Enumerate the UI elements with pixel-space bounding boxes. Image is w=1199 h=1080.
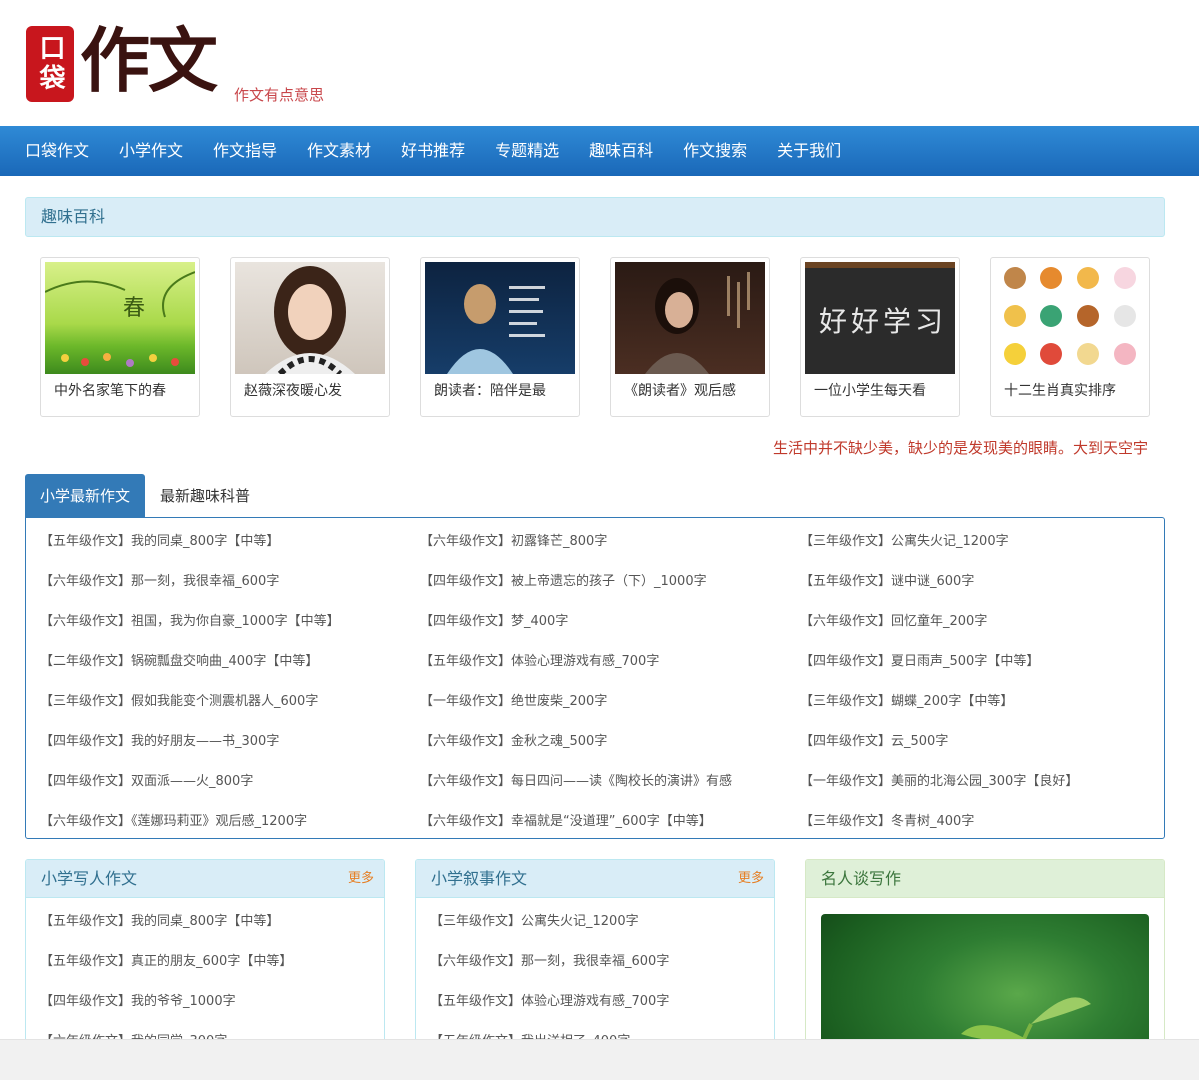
thumb-card[interactable]: 好好学习 一位小学生每天看 bbox=[800, 257, 960, 417]
nav-item-search[interactable]: 作文搜索 bbox=[668, 126, 762, 176]
woman-portrait-art bbox=[265, 266, 355, 374]
essay-link[interactable]: 【四年级作文】我的爷爷_1000字 bbox=[40, 990, 236, 1009]
woman-praying-art bbox=[645, 272, 750, 374]
nav-item-guide[interactable]: 作文指导 bbox=[198, 126, 292, 176]
tab-content: 【五年级作文】我的同桌_800字【中等】 【六年级作文】初露锋芒_800字【三年级… bbox=[25, 517, 1165, 839]
essay-link[interactable]: 【六年级作文】那一刻，我很幸福_600字 bbox=[430, 950, 669, 969]
zodiac-animals-art bbox=[1004, 267, 1136, 365]
thumb-caption: 《朗读者》观后感 bbox=[624, 383, 736, 399]
panel-title: 名人谈写作 bbox=[806, 860, 1164, 898]
speaker-stage-image bbox=[425, 262, 575, 374]
essay-link[interactable]: 【四年级作文】双面派——火_800字 bbox=[40, 770, 410, 789]
article-tabs: 小学最新作文 最新趣味科普 bbox=[25, 474, 265, 518]
essay-link[interactable]: 【三年级作文】冬青树_400字 bbox=[800, 810, 1170, 829]
speaker-stage-art bbox=[447, 284, 545, 374]
woman-praying-image bbox=[615, 262, 765, 374]
essay-link[interactable]: 【五年级作文】我的同桌_800字【中等】 bbox=[40, 530, 410, 549]
logo-seal: 口袋 bbox=[26, 26, 74, 102]
essay-link[interactable]: 【二年级作文】锅碗瓢盘交响曲_400字【中等】 bbox=[40, 650, 410, 669]
essay-link[interactable]: 【六年级作文】祖国，我为你自豪_1000字【中等】 bbox=[40, 610, 410, 629]
zodiac-animals-image bbox=[995, 262, 1145, 374]
more-link[interactable]: 更多 bbox=[738, 860, 764, 898]
thumb-caption: 中外名家笔下的春 bbox=[54, 383, 166, 399]
essay-link[interactable]: 【六年级作文】幸福就是“没道理”_600字【中等】 bbox=[420, 810, 790, 829]
panel-title: 小学写人作文 更多 bbox=[26, 860, 384, 898]
essay-link[interactable]: 【三年级作文】公寓失火记_1200字 bbox=[430, 910, 639, 929]
chalkboard-image: 好好学习 bbox=[805, 262, 955, 374]
section-title: 趣味百科 bbox=[25, 197, 1165, 237]
scrolling-quote: 生活中并不缺少美，缺少的是发现美的眼睛。大到天空宇 bbox=[0, 437, 1199, 459]
logo-seal-text: 口袋 bbox=[35, 34, 65, 94]
essay-link[interactable]: 【三年级作文】假如我能变个测震机器人_600字 bbox=[40, 690, 410, 709]
essay-link[interactable]: 【四年级作文】云_500字 bbox=[800, 730, 1170, 749]
essay-link[interactable]: 【一年级作文】美丽的北海公园_300字【良好】 bbox=[800, 770, 1170, 789]
nav-item-primary[interactable]: 小学作文 bbox=[104, 126, 198, 176]
nav-item-about[interactable]: 关于我们 bbox=[762, 126, 856, 176]
essay-link[interactable]: 【五年级作文】体验心理游戏有感_700字 bbox=[430, 990, 669, 1009]
essay-link[interactable]: 【五年级作文】谜中谜_600字 bbox=[800, 570, 1170, 589]
panel-title-text: 名人谈写作 bbox=[821, 869, 902, 888]
chalkboard-text: 好好学习 bbox=[819, 305, 948, 338]
main-nav: 口袋作文 小学作文 作文指导 作文素材 好书推荐 专题精选 趣味百科 作文搜索 … bbox=[0, 126, 1199, 176]
essay-link[interactable]: 【五年级作文】体验心理游戏有感_700字 bbox=[420, 650, 790, 669]
logo-slogan: 作文有点意思 bbox=[234, 86, 325, 104]
more-link[interactable]: 更多 bbox=[348, 860, 374, 898]
thumb-card[interactable]: 赵薇深夜暖心发 bbox=[230, 257, 390, 417]
thumb-caption: 赵薇深夜暖心发 bbox=[244, 383, 342, 399]
essay-link[interactable]: 【三年级作文】蝴蝶_200字【中等】 bbox=[800, 690, 1170, 709]
essay-link[interactable]: 【六年级作文】每日四问——读《陶校长的演讲》有感 bbox=[420, 770, 790, 789]
panel-title-text: 小学写人作文 bbox=[41, 869, 138, 888]
thumb-card[interactable]: 朗读者：陪伴是最 bbox=[420, 257, 580, 417]
woman-portrait-image bbox=[235, 262, 385, 374]
thumb-caption: 十二生肖真实排序 bbox=[1004, 383, 1116, 399]
thumbnail-strip: 春 中外名家笔下的春 赵薇深夜暖心发 朗读者：陪伴是最 《朗读者》观后感 好好学… bbox=[40, 257, 1160, 417]
essay-link[interactable]: 【四年级作文】夏日雨声_500字【中等】 bbox=[800, 650, 1170, 669]
spring-text: 春 bbox=[123, 296, 146, 321]
bottom-bar bbox=[0, 1039, 1199, 1080]
essay-link[interactable]: 【五年级作文】真正的朋友_600字【中等】 bbox=[40, 950, 292, 969]
thumb-caption: 一位小学生每天看 bbox=[814, 383, 926, 399]
nav-item-books[interactable]: 好书推荐 bbox=[386, 126, 480, 176]
panel-title-text: 小学叙事作文 bbox=[431, 869, 528, 888]
thumb-card[interactable]: 春 中外名家笔下的春 bbox=[40, 257, 200, 417]
panel-title: 小学叙事作文 更多 bbox=[416, 860, 774, 898]
thumb-card[interactable]: 《朗读者》观后感 bbox=[610, 257, 770, 417]
nav-item-koudai[interactable]: 口袋作文 bbox=[10, 126, 104, 176]
thumb-caption: 朗读者：陪伴是最 bbox=[434, 383, 546, 399]
essay-link[interactable]: 【六年级作文】初露锋芒_800字 bbox=[420, 530, 790, 549]
essay-link[interactable]: 【六年级作文】《莲娜玛莉亚》观后感_1200字 bbox=[40, 810, 410, 829]
tab-latest-essays[interactable]: 小学最新作文 bbox=[25, 474, 146, 518]
spring-meadow-image: 春 bbox=[45, 262, 195, 374]
essay-link[interactable]: 【三年级作文】公寓失火记_1200字 bbox=[800, 530, 1170, 549]
spring-meadow-art bbox=[45, 271, 195, 367]
site-header: 口袋 作文 作文有点意思 bbox=[0, 0, 1199, 126]
essay-link[interactable]: 【六年级作文】那一刻，我很幸福_600字 bbox=[40, 570, 410, 589]
scrolling-quote-text: 生活中并不缺少美，缺少的是发现美的眼睛。大到天空宇 bbox=[773, 439, 1149, 457]
nav-item-material[interactable]: 作文素材 bbox=[292, 126, 386, 176]
essay-link[interactable]: 【六年级作文】回忆童年_200字 bbox=[800, 610, 1170, 629]
nav-item-topics[interactable]: 专题精选 bbox=[480, 126, 574, 176]
essay-link[interactable]: 【四年级作文】被上帝遗忘的孩子（下）_1000字 bbox=[420, 570, 790, 589]
nav-item-encyclopedia[interactable]: 趣味百科 bbox=[574, 126, 668, 176]
essay-link[interactable]: 【六年级作文】金秋之魂_500字 bbox=[420, 730, 790, 749]
essay-link[interactable]: 【一年级作文】绝世废柴_200字 bbox=[420, 690, 790, 709]
logo-main-text: 作文 bbox=[80, 19, 218, 102]
essay-link[interactable]: 【四年级作文】我的好朋友——书_300字 bbox=[40, 730, 410, 749]
essay-link[interactable]: 【五年级作文】我的同桌_800字【中等】 bbox=[40, 910, 279, 929]
essay-link[interactable]: 【四年级作文】梦_400字 bbox=[420, 610, 790, 629]
site-logo[interactable]: 口袋 作文 作文有点意思 bbox=[26, 19, 346, 104]
thumb-card[interactable]: 十二生肖真实排序 bbox=[990, 257, 1150, 417]
tab-latest-science[interactable]: 最新趣味科普 bbox=[145, 474, 265, 518]
